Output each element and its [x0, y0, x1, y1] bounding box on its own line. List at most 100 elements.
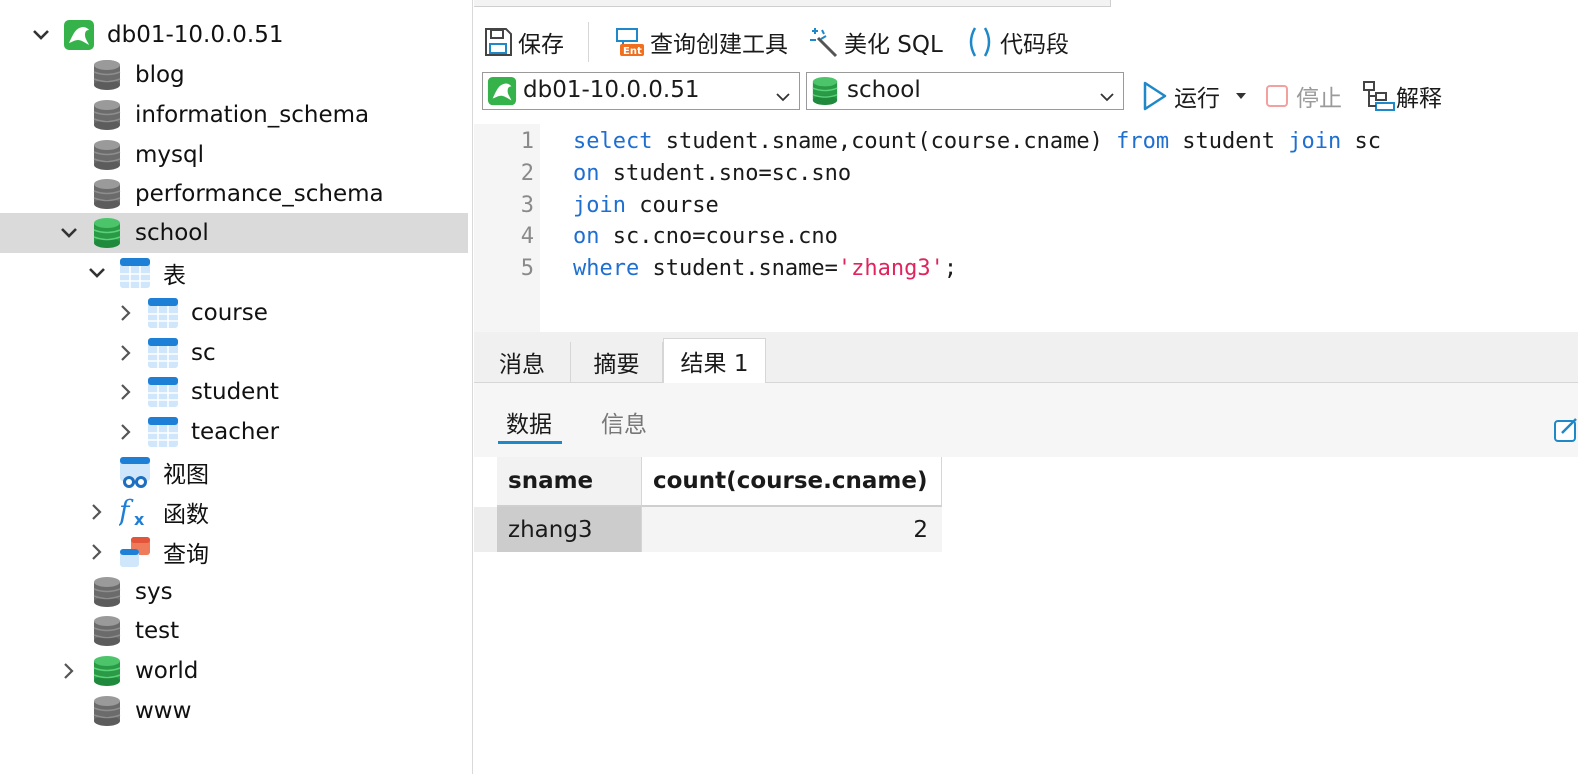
database-icon [92, 655, 124, 687]
code-line-4: on sc.cno=course.cno [573, 224, 838, 249]
tab-label: 摘要 [593, 352, 640, 378]
column-header-sname[interactable]: sname [497, 457, 642, 507]
tree-item-www[interactable]: www [0, 691, 468, 731]
mysql-connection-icon [487, 76, 517, 112]
tree-item-mysql[interactable]: mysql [0, 135, 468, 175]
tree-item-label: student [191, 379, 279, 405]
line-number: 5 [520, 256, 534, 281]
tab-label: 结果 1 [680, 351, 749, 377]
sql-editor[interactable]: 1 2 3 4 5 select student.sname,count(cou… [474, 124, 1578, 332]
database-select[interactable]: school [806, 72, 1124, 110]
database-icon [92, 576, 124, 608]
stop-icon [1266, 85, 1288, 107]
tree-item-label: 查询 [163, 542, 209, 568]
tab-summary[interactable]: 摘要 [571, 342, 663, 382]
save-icon [485, 28, 512, 56]
query-builder-icon: Ent [616, 28, 644, 57]
table-icon [147, 416, 179, 448]
line-number: 4 [520, 224, 534, 249]
stop-button[interactable]: 停止 [1264, 78, 1342, 114]
table-icon [147, 297, 179, 329]
edit-icon[interactable] [1552, 413, 1578, 447]
tree-item-label: teacher [191, 419, 280, 445]
tree-item-course[interactable]: course [0, 293, 468, 333]
chevron-right-icon[interactable] [115, 342, 137, 364]
tree-item-student[interactable]: student [0, 372, 468, 412]
database-icon [92, 59, 124, 91]
active-subtab-indicator [498, 441, 562, 444]
run-options-dropdown[interactable] [1234, 78, 1248, 114]
chevron-down-icon[interactable] [30, 24, 52, 46]
magic-wand-icon [810, 28, 838, 58]
chevron-down-icon[interactable] [86, 262, 108, 284]
explain-button[interactable]: 解释 [1362, 78, 1442, 114]
tree-item-label: sc [191, 340, 216, 366]
tab-messages[interactable]: 消息 [474, 342, 571, 382]
result-grid[interactable]: sname count(course.cname) zhang3 2 [474, 457, 1578, 774]
tab-label: 消息 [499, 352, 545, 378]
subtab-data[interactable]: 数据 [506, 405, 552, 439]
row-selector[interactable] [474, 507, 497, 552]
column-header-count[interactable]: count(course.cname) [642, 457, 942, 507]
tree-item-test[interactable]: test [0, 611, 468, 651]
tree-item-teacher[interactable]: teacher [0, 412, 468, 452]
database-icon [92, 99, 124, 131]
table-cell[interactable]: 2 [642, 507, 942, 552]
tree-item-sys[interactable]: sys [0, 572, 468, 612]
database-icon [92, 695, 124, 727]
tree-item-blog[interactable]: blog [0, 55, 468, 95]
beautify-sql-button[interactable]: 美化 SQL [808, 22, 943, 62]
tab-result-1[interactable]: 结果 1 [663, 338, 766, 383]
chevron-down-icon [775, 83, 791, 109]
connection-select-value: db01-10.0.0.51 [523, 77, 700, 103]
subtab-info[interactable]: 信息 [601, 405, 647, 439]
mysql-connection-icon [63, 19, 95, 51]
database-icon [92, 217, 124, 249]
tree-item-label: information_schema [135, 102, 370, 128]
result-tabs-bar: 消息 摘要 结果 1 [474, 332, 1578, 383]
function-icon: fx [117, 494, 151, 529]
tree-item-views[interactable]: 视图 [0, 452, 468, 492]
table-icon [147, 376, 179, 408]
database-icon [92, 178, 124, 210]
chevron-right-icon[interactable] [115, 421, 137, 443]
tree-item-school[interactable]: school [0, 213, 468, 253]
result-subtabs: 数据 信息 [474, 383, 1578, 457]
stop-label: 停止 [1296, 86, 1342, 112]
code-line-2: on student.sno=sc.sno [573, 161, 852, 186]
view-icon [119, 456, 151, 488]
table-cell[interactable]: zhang3 [497, 507, 642, 552]
tree-item-performance-schema[interactable]: performance_schema [0, 174, 468, 214]
tree-item-queries[interactable]: 查询 [0, 532, 468, 572]
chevron-right-icon[interactable] [115, 302, 137, 324]
code-line-3: join course [573, 193, 719, 218]
chevron-right-icon[interactable] [86, 501, 108, 523]
tree-item-label: blog [135, 62, 185, 88]
tree-item-sc[interactable]: sc [0, 333, 468, 373]
tree-connection-row[interactable]: db01-10.0.0.51 [0, 15, 468, 55]
tree-item-functions[interactable]: fx 函数 [0, 492, 468, 532]
tree-item-label: test [135, 618, 180, 644]
query-toolbar: 保存 Ent 查询创建工具 美化 SQL 代码段 [474, 14, 1578, 68]
code-snippet-label: 代码段 [1000, 32, 1069, 58]
run-button[interactable]: 运行 [1140, 78, 1220, 114]
chevron-down-icon[interactable] [58, 222, 80, 244]
object-tree[interactable]: db01-10.0.0.51 blog information_schema m… [0, 0, 473, 774]
table-icon [147, 337, 179, 369]
code-snippet-button[interactable]: 代码段 [964, 22, 1069, 62]
database-icon [92, 615, 124, 647]
chevron-right-icon[interactable] [86, 541, 108, 563]
save-label: 保存 [518, 32, 564, 58]
query-builder-button[interactable]: Ent 查询创建工具 [614, 22, 788, 62]
tree-item-information-schema[interactable]: information_schema [0, 95, 468, 135]
query-icon [119, 536, 151, 568]
save-button[interactable]: 保存 [482, 22, 564, 62]
beautify-sql-label: 美化 SQL [844, 32, 943, 58]
table-icon [119, 257, 151, 289]
explain-icon [1363, 81, 1395, 111]
tree-item-tables[interactable]: 表 [0, 253, 468, 293]
chevron-right-icon[interactable] [115, 381, 137, 403]
chevron-right-icon[interactable] [58, 660, 80, 682]
connection-select[interactable]: db01-10.0.0.51 [482, 72, 800, 110]
tree-item-world[interactable]: world [0, 651, 468, 691]
